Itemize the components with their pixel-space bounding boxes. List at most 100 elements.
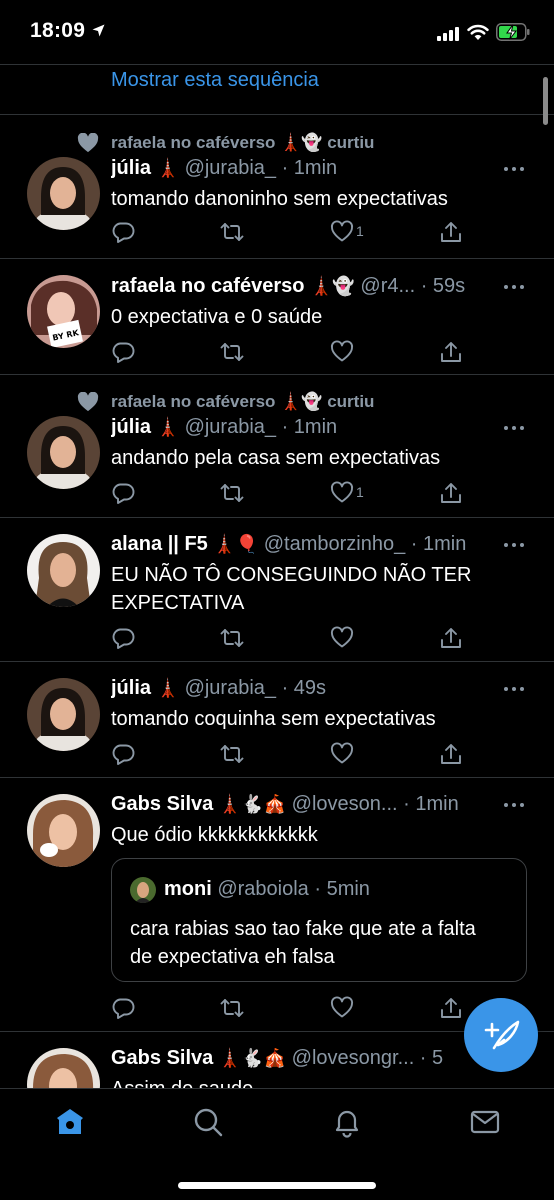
more-icon[interactable]: [504, 424, 526, 432]
wifi-icon: [467, 24, 489, 40]
tweet-text-line: EU NÃO TÔ CONSEGUINDO NÃO TER: [111, 564, 472, 586]
author-name[interactable]: júlia: [111, 416, 151, 438]
messages-icon[interactable]: [469, 1106, 501, 1138]
retweet-button[interactable]: [220, 742, 244, 766]
name-emoji: 🗼: [156, 417, 179, 437]
retweet-button[interactable]: [220, 220, 244, 244]
compose-tweet-button[interactable]: [464, 998, 538, 1072]
like-button[interactable]: [330, 996, 354, 1020]
share-button[interactable]: [439, 742, 463, 766]
battery-icon: [496, 23, 530, 41]
author-handle: @lovesongr... · 5: [291, 1047, 444, 1069]
tweet[interactable]: alana || F5 🗼🎈 @tamborzinho_ · 1min EU N…: [0, 518, 554, 662]
name-emoji: 🗼: [156, 158, 179, 178]
avatar[interactable]: [27, 794, 100, 867]
author-name[interactable]: júlia: [111, 157, 151, 179]
home-icon[interactable]: [54, 1106, 86, 1138]
tweet-actions: [111, 340, 461, 364]
location-arrow-icon: [92, 24, 105, 37]
tweet-text: Que ódio kkkkkkkkkkkk: [111, 824, 318, 846]
share-icon: [441, 744, 461, 764]
heart-icon: [331, 626, 353, 648]
quote-text: cara rabias sao tao fake que ate a falta…: [130, 915, 512, 971]
reply-button[interactable]: [111, 626, 135, 650]
share-icon: [441, 998, 461, 1018]
reply-icon: [112, 998, 135, 1019]
tweet-text: tomando danoninho sem expectativas: [111, 188, 448, 210]
tweet[interactable]: júlia 🗼 @jurabia_ · 49s tomando coquinha…: [0, 662, 554, 778]
tweet[interactable]: rafaela no caféverso 🗼👻 curtiu júlia 🗼 @…: [0, 375, 554, 518]
status-time: 18:09: [30, 19, 86, 42]
more-icon[interactable]: [504, 165, 526, 173]
retweet-button[interactable]: [220, 481, 244, 505]
retweet-icon: [220, 999, 244, 1017]
share-icon: [441, 628, 461, 648]
reply-icon: [112, 342, 135, 363]
author-name[interactable]: júlia: [111, 677, 151, 699]
heart-icon: [331, 481, 353, 503]
signal-icon: [437, 27, 459, 41]
show-thread-label: Mostrar esta sequência: [111, 69, 319, 91]
retweet-button[interactable]: [220, 340, 244, 364]
timeline-feed[interactable]: Mostrar esta sequência rafaela no caféve…: [0, 64, 554, 1088]
avatar[interactable]: BY RK: [27, 275, 100, 348]
notifications-icon[interactable]: [331, 1106, 363, 1138]
author-handle: @tamborzinho_ · 1min: [263, 533, 467, 555]
avatar[interactable]: [27, 157, 100, 230]
tweet-text: EU NÃO TÔ CONSEGUINDO NÃO TER EXPECTATIV…: [111, 561, 514, 617]
tweet[interactable]: rafaela no caféverso 🗼👻 curtiu júlia 🗼 @…: [0, 115, 554, 259]
reply-button[interactable]: [111, 996, 135, 1020]
more-icon[interactable]: [504, 541, 526, 549]
name-emoji: 🗼: [156, 678, 179, 698]
author-name[interactable]: Gabs Silva: [111, 793, 213, 815]
like-button[interactable]: 1: [330, 220, 364, 244]
share-button[interactable]: [439, 996, 463, 1020]
tweet-text: 0 expectativa e 0 saúde: [111, 306, 323, 328]
home-indicator[interactable]: [178, 1182, 376, 1189]
more-icon[interactable]: [504, 801, 526, 809]
show-thread-link[interactable]: Mostrar esta sequência: [0, 65, 554, 115]
retweet-button[interactable]: [220, 626, 244, 650]
reply-button[interactable]: [111, 742, 135, 766]
quote-author-name: moni: [164, 878, 212, 900]
reply-icon: [112, 222, 135, 243]
tweet-header: rafaela no caféverso 🗼👻 @r4... · 59s: [111, 275, 494, 301]
quoted-tweet[interactable]: moni @raboiola · 5min cara rabias sao ta…: [111, 858, 527, 982]
like-button[interactable]: 1: [330, 481, 364, 505]
reply-button[interactable]: [111, 340, 135, 364]
author-handle: @jurabia_ · 1min: [184, 416, 338, 438]
author-handle: @loveson... · 1min: [291, 793, 459, 815]
share-button[interactable]: [439, 340, 463, 364]
like-button[interactable]: [330, 340, 354, 364]
share-button[interactable]: [439, 220, 463, 244]
avatar[interactable]: [27, 416, 100, 489]
heart-icon: [77, 392, 99, 412]
tweet-actions: [111, 626, 461, 650]
share-button[interactable]: [439, 626, 463, 650]
reply-button[interactable]: [111, 481, 135, 505]
author-name[interactable]: alana || F5: [111, 533, 208, 555]
like-button[interactable]: [330, 626, 354, 650]
retweet-button[interactable]: [220, 996, 244, 1020]
tweet-actions: 1: [111, 220, 461, 244]
avatar[interactable]: [27, 534, 100, 607]
author-name[interactable]: Gabs Silva: [111, 1047, 213, 1069]
search-icon[interactable]: [192, 1106, 224, 1138]
avatar[interactable]: [27, 1048, 100, 1088]
tweet[interactable]: BY RK rafaela no caféverso 🗼👻 @r4... · 5…: [0, 259, 554, 375]
author-handle: @r4... · 59s: [360, 275, 466, 297]
share-button[interactable]: [439, 481, 463, 505]
name-emoji: 🗼🎈: [213, 534, 259, 554]
liked-by-text: rafaela no caféverso 🗼👻 curtiu: [111, 133, 375, 152]
heart-icon: [331, 996, 353, 1018]
liked-by-text: rafaela no caféverso 🗼👻 curtiu: [111, 392, 375, 411]
avatar[interactable]: [27, 678, 100, 751]
share-icon: [441, 483, 461, 503]
author-name[interactable]: rafaela no caféverso: [111, 275, 304, 297]
reply-button[interactable]: [111, 220, 135, 244]
tweet-text: tomando coquinha sem expectativas: [111, 708, 436, 730]
like-button[interactable]: [330, 742, 354, 766]
more-icon[interactable]: [504, 685, 526, 693]
tweet[interactable]: Gabs Silva 🗼🐇🎪 @loveson... · 1min Que ód…: [0, 778, 554, 1032]
more-icon[interactable]: [504, 283, 526, 291]
